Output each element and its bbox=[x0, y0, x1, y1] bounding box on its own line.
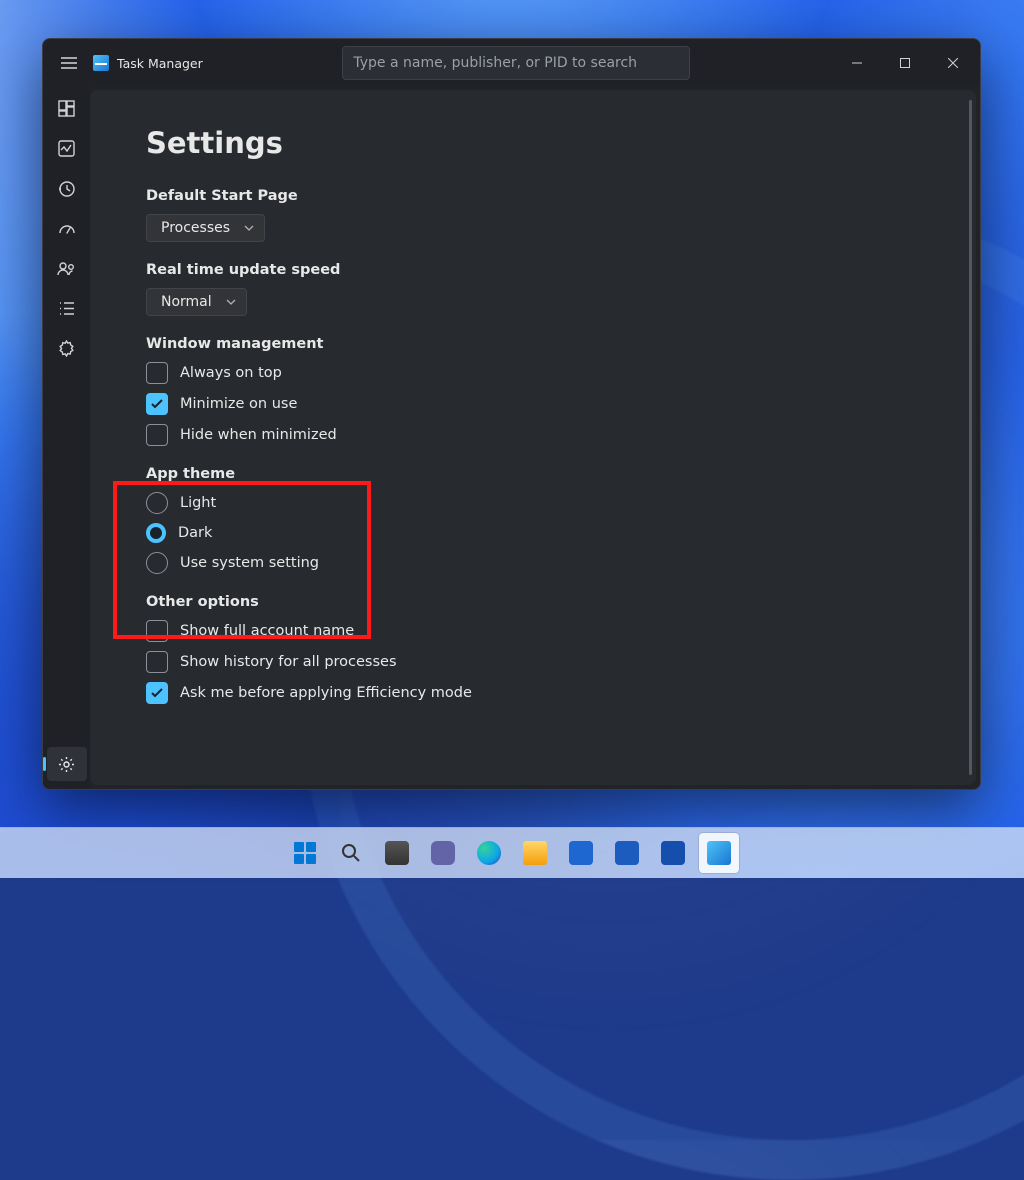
radio[interactable] bbox=[146, 492, 168, 514]
option-label: Ask me before applying Efficiency mode bbox=[180, 685, 472, 701]
label-window-management: Window management bbox=[146, 336, 920, 352]
sidebar-item-app-history[interactable] bbox=[47, 171, 87, 205]
option-label: Hide when minimized bbox=[180, 427, 337, 443]
scrollbar[interactable] bbox=[969, 100, 972, 775]
minimize-button[interactable] bbox=[834, 47, 880, 79]
option-full-account-name[interactable]: Show full account name bbox=[146, 620, 920, 642]
checkbox[interactable] bbox=[146, 651, 168, 673]
option-always-on-top[interactable]: Always on top bbox=[146, 362, 920, 384]
edge-icon bbox=[477, 841, 501, 865]
checkbox[interactable] bbox=[146, 393, 168, 415]
search-placeholder-text: Type a name, publisher, or PID to search bbox=[353, 55, 637, 71]
taskbar-outlook[interactable] bbox=[607, 833, 647, 873]
group-app-theme: App theme Light Dark Use system setting bbox=[146, 466, 920, 574]
option-label: Always on top bbox=[180, 365, 282, 381]
option-history-all-processes[interactable]: Show history for all processes bbox=[146, 651, 920, 673]
dropdown-value: Normal bbox=[161, 294, 212, 310]
settings-panel: Settings Default Start Page Processes Re… bbox=[90, 90, 976, 785]
label-other-options: Other options bbox=[146, 594, 920, 610]
checkbox[interactable] bbox=[146, 620, 168, 642]
sidebar-item-services[interactable] bbox=[47, 331, 87, 365]
option-label: Light bbox=[180, 495, 216, 511]
app-title-text: Task Manager bbox=[117, 56, 203, 71]
radio[interactable] bbox=[146, 552, 168, 574]
maximize-button[interactable] bbox=[882, 47, 928, 79]
window-controls bbox=[834, 47, 976, 79]
option-label: Minimize on use bbox=[180, 396, 297, 412]
search-icon bbox=[340, 842, 362, 864]
outlook-icon bbox=[615, 841, 639, 865]
taskbar-task-manager[interactable] bbox=[699, 833, 739, 873]
folder-icon bbox=[523, 841, 547, 865]
sidebar-item-performance[interactable] bbox=[47, 131, 87, 165]
option-label: Dark bbox=[178, 525, 212, 541]
task-view-icon bbox=[385, 841, 409, 865]
chevron-down-icon bbox=[226, 299, 236, 305]
taskbar bbox=[0, 827, 1024, 878]
sidebar bbox=[43, 87, 90, 789]
group-window-management: Window management Always on top Minimize… bbox=[146, 336, 920, 446]
taskbar-word[interactable] bbox=[653, 833, 693, 873]
search-input[interactable]: Type a name, publisher, or PID to search bbox=[342, 46, 690, 80]
app-icon bbox=[93, 55, 109, 71]
checkbox[interactable] bbox=[146, 682, 168, 704]
group-default-start-page: Default Start Page Processes bbox=[146, 188, 920, 242]
group-other-options: Other options Show full account name Sho… bbox=[146, 594, 920, 704]
close-button[interactable] bbox=[930, 47, 976, 79]
option-ask-efficiency-mode[interactable]: Ask me before applying Efficiency mode bbox=[146, 682, 920, 704]
label-default-start-page: Default Start Page bbox=[146, 188, 920, 204]
sidebar-item-processes[interactable] bbox=[47, 91, 87, 125]
option-label: Show history for all processes bbox=[180, 654, 397, 670]
page-title: Settings bbox=[146, 126, 920, 160]
taskbar-explorer[interactable] bbox=[515, 833, 555, 873]
option-theme-light[interactable]: Light bbox=[146, 492, 920, 514]
radio[interactable] bbox=[146, 523, 166, 543]
option-label: Use system setting bbox=[180, 555, 319, 571]
option-label: Show full account name bbox=[180, 623, 354, 639]
window-body: Settings Default Start Page Processes Re… bbox=[43, 87, 980, 789]
label-update-speed: Real time update speed bbox=[146, 262, 920, 278]
option-theme-system[interactable]: Use system setting bbox=[146, 552, 920, 574]
titlebar: Task Manager Type a name, publisher, or … bbox=[43, 39, 980, 87]
sidebar-item-details[interactable] bbox=[47, 291, 87, 325]
taskbar-start[interactable] bbox=[285, 833, 325, 873]
label-app-theme: App theme bbox=[146, 466, 920, 482]
sidebar-item-settings[interactable] bbox=[47, 747, 87, 781]
dropdown-update-speed[interactable]: Normal bbox=[146, 288, 247, 316]
task-manager-window: Task Manager Type a name, publisher, or … bbox=[42, 38, 981, 790]
option-theme-dark[interactable]: Dark bbox=[146, 523, 920, 543]
option-minimize-on-use[interactable]: Minimize on use bbox=[146, 393, 920, 415]
chevron-down-icon bbox=[244, 225, 254, 231]
store-icon bbox=[569, 841, 593, 865]
taskbar-task-view[interactable] bbox=[377, 833, 417, 873]
sidebar-item-users[interactable] bbox=[47, 251, 87, 285]
app-title: Task Manager bbox=[93, 55, 203, 71]
checkbox[interactable] bbox=[146, 424, 168, 446]
dropdown-default-start-page[interactable]: Processes bbox=[146, 214, 265, 242]
taskbar-store[interactable] bbox=[561, 833, 601, 873]
sidebar-item-startup-apps[interactable] bbox=[47, 211, 87, 245]
word-icon bbox=[661, 841, 685, 865]
task-manager-icon bbox=[707, 841, 731, 865]
checkbox[interactable] bbox=[146, 362, 168, 384]
taskbar-edge[interactable] bbox=[469, 833, 509, 873]
nav-toggle-button[interactable] bbox=[51, 45, 87, 81]
taskbar-search[interactable] bbox=[331, 833, 371, 873]
group-update-speed: Real time update speed Normal bbox=[146, 262, 920, 316]
chat-icon bbox=[431, 841, 455, 865]
dropdown-value: Processes bbox=[161, 220, 230, 236]
start-icon bbox=[294, 842, 316, 864]
option-hide-when-minimized[interactable]: Hide when minimized bbox=[146, 424, 920, 446]
taskbar-chat[interactable] bbox=[423, 833, 463, 873]
